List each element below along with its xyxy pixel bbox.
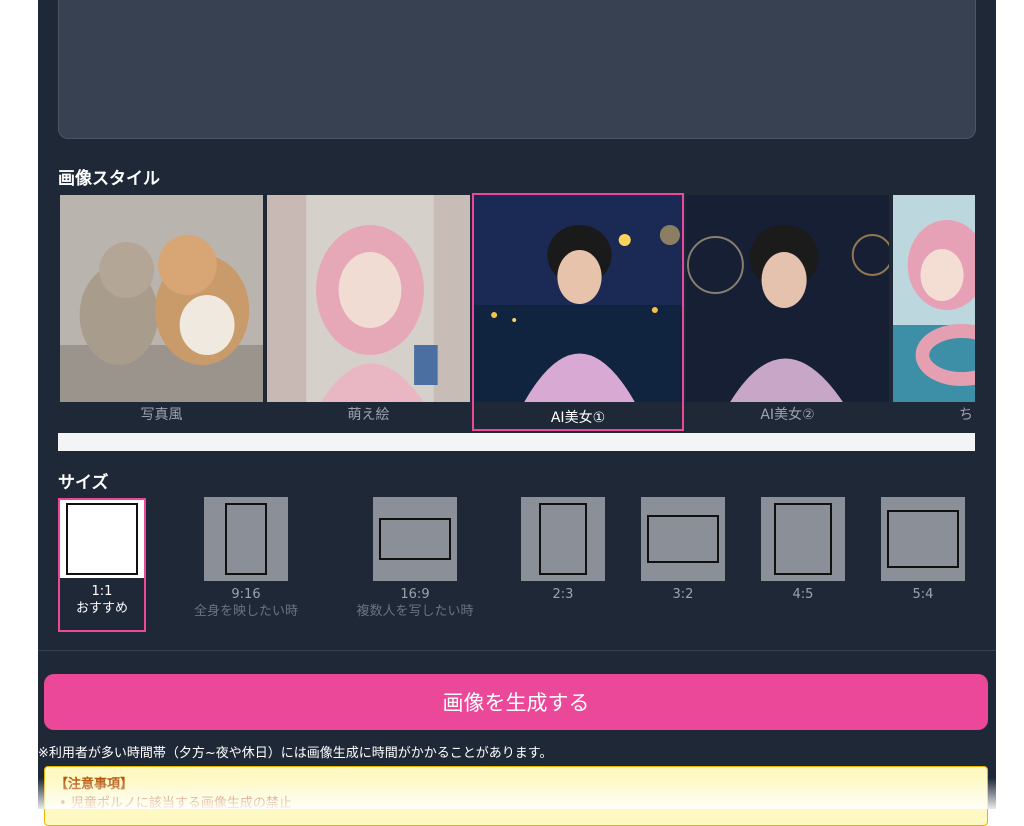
style-carousel[interactable]: 写真風 萌え絵 AI美女① AI美女② ち — [58, 193, 975, 433]
ratio-shape — [539, 503, 587, 575]
size-hint-label: 全身を映したい時 — [193, 604, 298, 619]
size-option-16-9[interactable]: 16:9 複数人を写したい時 — [356, 497, 474, 621]
size-ratio-label: 4:5 — [792, 587, 814, 602]
warning-box: 【注意事項】 児童ポルノに該当する画像生成の禁止 — [44, 766, 988, 826]
kittens-thumbnail — [60, 195, 263, 402]
size-ratio-label: 2:3 — [552, 587, 574, 602]
size-option-3-2[interactable]: 3:2 — [641, 497, 725, 603]
size-option-4-5[interactable]: 4:5 — [761, 497, 845, 603]
size-ratio-label: 3:2 — [672, 587, 694, 602]
size-preview — [373, 497, 457, 581]
generator-panel: 画像スタイル 写真風 萌え絵 AI美女① AI美女② ち サイズ 1:1 おすす… — [38, 0, 996, 826]
style-option-ai-beauty-2[interactable]: AI美女② — [684, 193, 891, 431]
style-label: 写真風 — [140, 407, 183, 423]
size-preview — [881, 497, 965, 581]
ratio-shape — [225, 503, 267, 575]
woman-yukata-fireworks-thumbnail — [686, 195, 889, 402]
size-ratio-label: 5:4 — [912, 587, 934, 602]
prompt-textarea[interactable] — [58, 0, 976, 139]
size-preview — [761, 497, 845, 581]
style-carousel-scrollbar[interactable] — [58, 433, 975, 451]
anime-girl-beach-thumbnail — [893, 195, 975, 402]
ratio-shape — [774, 503, 832, 575]
woman-yukata-night-thumbnail — [474, 195, 682, 402]
size-preview — [60, 500, 144, 578]
size-preview — [204, 497, 288, 581]
ratio-shape — [887, 510, 959, 568]
size-option-2-3[interactable]: 2:3 — [521, 497, 605, 603]
warning-title: 【注意事項】 — [55, 777, 134, 792]
size-section-title: サイズ — [58, 473, 109, 493]
generate-image-button[interactable]: 画像を生成する — [44, 674, 988, 730]
size-option-1-1[interactable]: 1:1 おすすめ — [58, 498, 146, 632]
style-label: 萌え絵 — [347, 407, 390, 423]
size-ratio-label: 1:1 — [91, 584, 113, 599]
busy-time-note: ※利用者が多い時間帯（夕方~夜や休日）には画像生成に時間がかかることがあります。 — [38, 746, 553, 761]
style-label: AI美女② — [760, 407, 815, 423]
style-option-anime[interactable]: 萌え絵 — [265, 193, 472, 431]
size-hint-label: 複数人を写したい時 — [356, 604, 474, 619]
size-ratio-label: 9:16 — [231, 587, 261, 602]
size-hint-label: おすすめ — [75, 601, 128, 616]
ratio-shape — [647, 515, 719, 563]
size-option-5-4[interactable]: 5:4 — [881, 497, 965, 603]
warning-item: 児童ポルノに該当する画像生成の禁止 — [59, 792, 977, 811]
size-preview — [521, 497, 605, 581]
anime-girl-thumbnail — [267, 195, 470, 402]
warning-list: 児童ポルノに該当する画像生成の禁止 — [55, 792, 977, 811]
ratio-shape — [66, 503, 138, 575]
size-ratio-label: 16:9 — [400, 587, 430, 602]
size-preview — [641, 497, 725, 581]
style-option-photo[interactable]: 写真風 — [58, 193, 265, 431]
style-label: ち — [959, 407, 973, 423]
style-label: AI美女① — [550, 410, 606, 426]
section-divider — [38, 650, 996, 651]
ratio-shape — [379, 518, 451, 560]
style-section-title: 画像スタイル — [58, 169, 160, 189]
style-option-ai-beauty-1[interactable]: AI美女① — [472, 193, 684, 431]
style-option-chibi[interactable]: ち — [891, 193, 975, 431]
size-option-9-16[interactable]: 9:16 全身を映したい時 — [194, 497, 298, 621]
